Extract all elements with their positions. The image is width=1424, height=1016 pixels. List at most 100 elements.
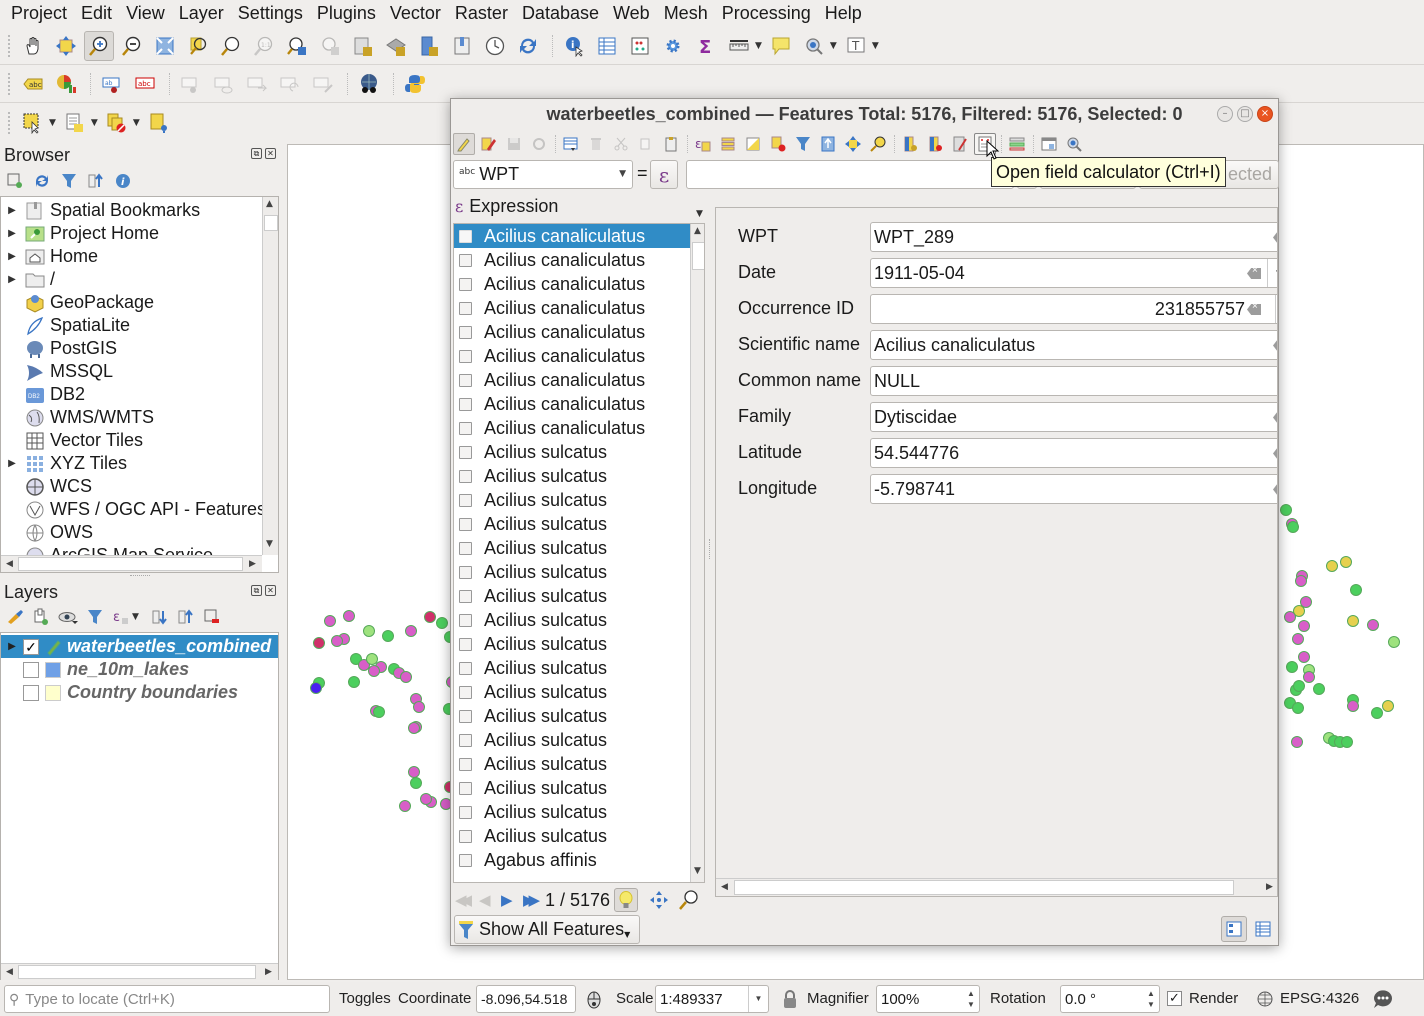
menu-web[interactable]: Web [606, 3, 657, 24]
panel-splitter[interactable] [130, 575, 150, 577]
new-field-button[interactable] [899, 133, 921, 155]
show-label-button[interactable] [209, 69, 239, 99]
refresh-icon[interactable] [33, 172, 51, 190]
feature-checkbox[interactable] [459, 469, 472, 483]
browser-item-wms-wmts[interactable]: WMS/WMTS [1, 406, 154, 429]
style-brush-icon[interactable] [6, 608, 24, 626]
select-dropdown-arrow[interactable]: ▼ [830, 41, 837, 51]
annotation-dropdown-arrow[interactable]: ▼ [872, 41, 879, 51]
feature-checkbox[interactable] [459, 517, 472, 531]
conditional-formatting-button[interactable] [1006, 133, 1028, 155]
crs-label[interactable]: EPSG:4326 [1280, 990, 1359, 1007]
layer-item-waterbeetles-combined[interactable]: ▶ ✓ waterbeetles_combined [1, 635, 278, 658]
feature-list-item[interactable]: Acilius sulcatus [454, 632, 690, 656]
menu-database[interactable]: Database [515, 3, 606, 24]
browser-item-wcs[interactable]: WCS [1, 475, 92, 498]
browser-item-ows[interactable]: OWS [1, 521, 93, 544]
expand-arrow-icon[interactable]: ▶ [5, 641, 19, 652]
rotation-spinbox[interactable]: 0.0 ° ▲ ▼ [1060, 985, 1160, 1013]
feature-checkbox[interactable] [459, 301, 472, 315]
feature-list-item[interactable]: Acilius sulcatus [454, 776, 690, 800]
split-handle[interactable] [709, 539, 711, 559]
select-by-value-button[interactable] [60, 108, 90, 138]
layer-diagram-button[interactable] [51, 69, 81, 99]
zoom-next-button[interactable] [315, 31, 345, 61]
browser-item-root[interactable]: ▶ / [1, 268, 55, 291]
feature-list-item[interactable]: Acilius sulcatus [454, 728, 690, 752]
rotate-label-button[interactable] [275, 69, 305, 99]
menu-vector[interactable]: Vector [383, 3, 448, 24]
menu-processing[interactable]: Processing [715, 3, 818, 24]
layer-item-ne-10m-lakes[interactable]: ne_10m_lakes [1, 658, 278, 681]
clear-field-icon[interactable] [1273, 232, 1277, 243]
layer-visibility-checkbox[interactable] [23, 684, 39, 701]
actions-button[interactable] [1063, 133, 1085, 155]
form-field-date[interactable]: 1911-05-04 ▼ [870, 258, 1277, 288]
new-map-view-button[interactable] [348, 31, 378, 61]
feature-list-item[interactable]: Acilius sulcatus [454, 488, 690, 512]
feature-checkbox[interactable] [459, 637, 472, 651]
form-field-latitude[interactable]: 54.544776 [870, 438, 1277, 468]
zoom-to-layer-button[interactable] [216, 31, 246, 61]
feature-checkbox[interactable] [459, 853, 472, 867]
select-by-location-button[interactable] [799, 31, 829, 61]
pan-to-selected-button[interactable] [842, 133, 864, 155]
highlight-feature-toggle[interactable] [614, 888, 639, 912]
map-tips-button[interactable] [766, 31, 796, 61]
new-3d-map-button[interactable] [381, 31, 411, 61]
clear-field-icon[interactable] [1273, 412, 1277, 423]
browser-item-mssql[interactable]: MSSQL [1, 360, 113, 383]
menu-help[interactable]: Help [818, 3, 869, 24]
expand-arrow-icon[interactable]: ▶ [5, 458, 19, 469]
form-field-common-name[interactable]: NULL [870, 366, 1277, 396]
layers-horizontal-scrollbar[interactable]: ◀ ▶ [1, 963, 278, 980]
expand-arrow-icon[interactable]: ▶ [5, 274, 19, 285]
feature-list-item[interactable]: Acilius sulcatus [454, 656, 690, 680]
form-field-wpt[interactable]: WPT_289 [870, 222, 1277, 252]
browser-item-geopackage[interactable]: GeoPackage [1, 291, 154, 314]
expression-filter-dropdown[interactable]: ▼ [132, 612, 139, 622]
feature-list-item[interactable]: Acilius sulcatus [454, 560, 690, 584]
menu-raster[interactable]: Raster [448, 3, 515, 24]
layer-labeling-button[interactable]: abc [18, 69, 48, 99]
field-selector[interactable]: abc WPT ▼ [453, 160, 633, 189]
browser-item-arcgis-map-service[interactable]: ArcGIS Map Service [1, 544, 213, 555]
expand-arrow-icon[interactable]: ▶ [5, 251, 19, 262]
pin-labels-button[interactable]: ab [97, 69, 127, 99]
clear-field-icon[interactable] [1273, 448, 1277, 459]
delete-field-button[interactable] [924, 133, 946, 155]
spin-arrows-icon[interactable]: ▲▼ [1275, 295, 1277, 323]
menu-project[interactable]: Project [4, 3, 74, 24]
scale-combobox[interactable]: 1:489337 ▼ [655, 985, 769, 1013]
show-hide-labels-button[interactable]: abc [130, 69, 160, 99]
collapse-all-icon[interactable] [87, 172, 105, 190]
move-selection-top-button[interactable] [817, 133, 839, 155]
select-by-value-dropdown[interactable]: ▼ [91, 118, 98, 128]
mouse-toggle-icon[interactable] [584, 989, 604, 1009]
feature-checkbox[interactable] [459, 757, 472, 771]
feature-checkbox[interactable] [459, 661, 472, 675]
browser-item-spatial-bookmarks[interactable]: ▶ Spatial Bookmarks [1, 199, 200, 222]
add-group-icon[interactable] [32, 608, 50, 626]
browser-item-wfs-ogc-api-features[interactable]: WFS / OGC API - Features [1, 498, 263, 521]
coordinate-input[interactable]: -8.096,54.518 [476, 985, 576, 1013]
feature-checkbox[interactable] [459, 565, 472, 579]
next-feature-button[interactable]: ▶ [501, 891, 521, 909]
select-by-expression-button[interactable]: ε [692, 133, 714, 155]
feature-checkbox[interactable] [459, 493, 472, 507]
open-attribute-table-button[interactable] [592, 31, 622, 61]
feature-list-item[interactable]: Acilius canaliculatus [454, 224, 690, 248]
measure-button[interactable] [724, 31, 754, 61]
zoom-last-button[interactable] [282, 31, 312, 61]
feature-checkbox[interactable] [459, 781, 472, 795]
feature-list-item[interactable]: Acilius canaliculatus [454, 368, 690, 392]
browser-item-postgis[interactable]: PostGIS [1, 337, 117, 360]
messages-icon[interactable] [1372, 988, 1394, 1010]
clear-field-icon[interactable] [1247, 268, 1261, 279]
select-all-button[interactable] [717, 133, 739, 155]
lock-icon[interactable] [782, 989, 798, 1009]
last-feature-button[interactable]: ▶▶ [523, 891, 543, 909]
browser-item-xyz-tiles[interactable]: ▶ XYZ Tiles [1, 452, 127, 475]
browser-horizontal-scrollbar[interactable]: ◀ ▶ [1, 555, 262, 572]
statistics-button[interactable]: Σ [691, 31, 721, 61]
